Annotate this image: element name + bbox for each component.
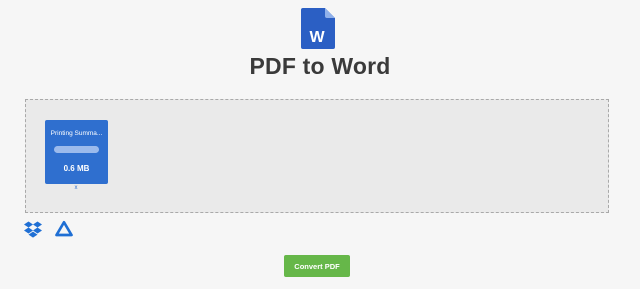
page-title: PDF to Word — [249, 53, 391, 79]
google-drive-icon[interactable] — [55, 220, 73, 238]
file-dropzone[interactable] — [25, 99, 609, 213]
page: W PDF to Word Printing Summa... 0.6 MB x… — [0, 0, 640, 289]
file-size: 0.6 MB — [63, 164, 90, 173]
word-document-icon: W — [301, 8, 335, 49]
upload-progress-fill — [54, 146, 99, 153]
upload-progress-bar — [54, 146, 99, 153]
dropbox-icon[interactable] — [24, 220, 42, 238]
logo-letter: W — [309, 29, 325, 46]
remove-file-button[interactable]: x — [72, 185, 80, 191]
file-name: Printing Summa... — [50, 130, 103, 137]
convert-pdf-button[interactable]: Convert PDF — [284, 255, 350, 277]
file-card: Printing Summa... 0.6 MB — [45, 120, 108, 184]
